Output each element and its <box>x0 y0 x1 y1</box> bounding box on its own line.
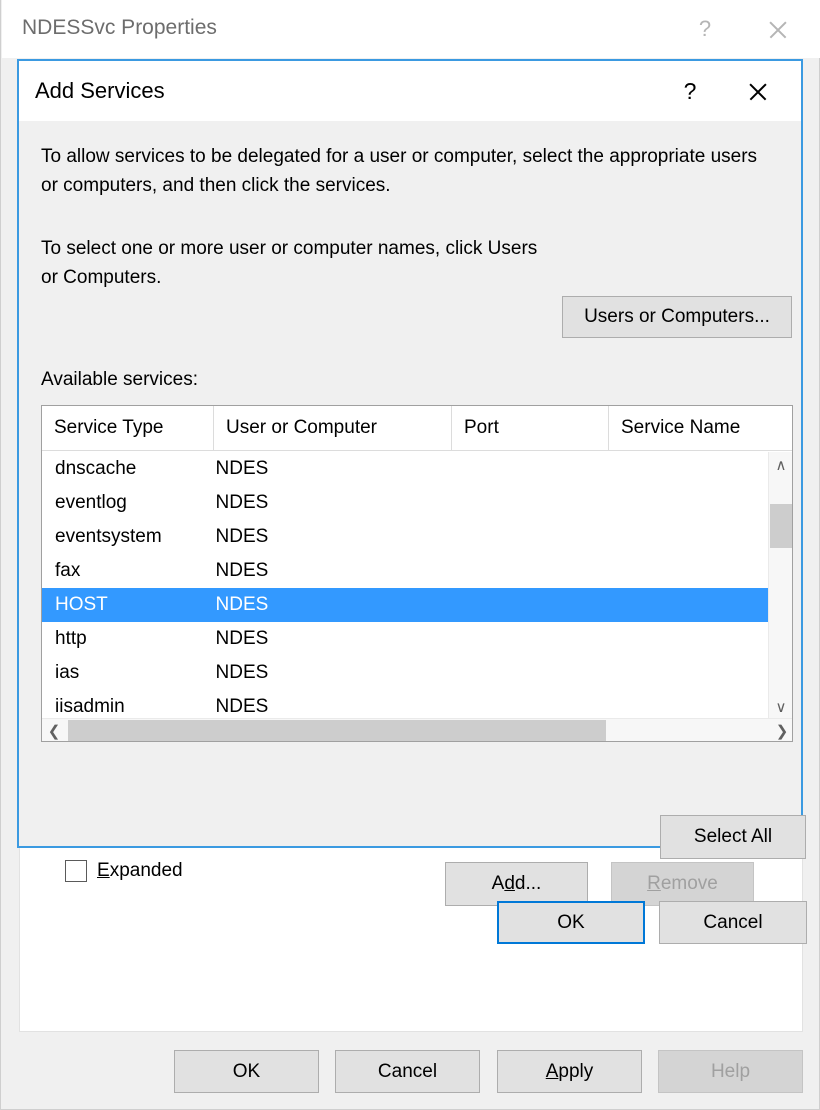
help-button: Help <box>658 1050 803 1093</box>
table-row[interactable]: httpNDES <box>42 622 769 656</box>
add-services-dialog: Add Services ? To allow services to be d… <box>17 59 803 848</box>
ok-button[interactable]: OK <box>174 1050 319 1093</box>
add-services-title-bar: Add Services ? <box>19 61 801 121</box>
cell-service-type: http <box>42 628 216 650</box>
available-services-label: Available services: <box>41 369 198 391</box>
users-or-computers-button[interactable]: Users or Computers... <box>562 296 792 338</box>
cell-user-or-computer: NDES <box>216 492 453 514</box>
scroll-up-icon[interactable]: ∧ <box>769 452 793 478</box>
table-row[interactable]: faxNDES <box>42 554 769 588</box>
cell-user-or-computer: NDES <box>216 662 453 684</box>
column-header-port[interactable]: Port <box>452 406 609 450</box>
table-row[interactable]: iasNDES <box>42 656 769 690</box>
expanded-label-rest: xpanded <box>110 860 183 881</box>
table-row[interactable]: eventlogNDES <box>42 486 769 520</box>
cell-service-type: fax <box>42 560 216 582</box>
help-icon[interactable]: ? <box>661 61 719 121</box>
question-mark-glyph: ? <box>699 16 711 42</box>
cell-user-or-computer: NDES <box>216 594 453 616</box>
vertical-scrollbar[interactable]: ∧ ∨ <box>768 452 792 720</box>
cell-service-type: HOST <box>42 594 216 616</box>
expanded-checkbox-label: Expanded <box>97 860 183 882</box>
add-services-body: To allow services to be delegated for a … <box>19 121 801 846</box>
apply-label-rest: pply <box>558 1061 593 1083</box>
cell-service-type: eventlog <box>42 492 216 514</box>
expanded-checkbox[interactable] <box>65 860 87 882</box>
vertical-scrollbar-thumb[interactable] <box>770 504 792 548</box>
table-row[interactable]: dnscacheNDES <box>42 452 769 486</box>
table-row[interactable]: HOSTNDES <box>42 588 769 622</box>
cell-user-or-computer: NDES <box>216 628 453 650</box>
help-icon[interactable]: ? <box>675 0 735 58</box>
cell-service-type: eventsystem <box>42 526 216 548</box>
column-header-service-name[interactable]: Service Name <box>609 406 769 450</box>
expanded-checkbox-row[interactable]: Expanded <box>65 860 183 882</box>
listview-rows: dnscacheNDESeventlogNDESeventsystemNDESf… <box>42 452 769 720</box>
dialog-ok-button[interactable]: OK <box>497 901 645 944</box>
cell-user-or-computer: NDES <box>216 696 453 718</box>
outer-window-title: NDESSvc Properties <box>22 16 217 40</box>
column-header-service-type[interactable]: Service Type <box>42 406 214 450</box>
cell-service-type: iisadmin <box>42 696 216 718</box>
select-instruction-text: To select one or more user or computer n… <box>41 234 541 292</box>
horizontal-scrollbar-thumb[interactable] <box>68 720 606 741</box>
remove-button: Remove <box>611 862 754 906</box>
column-header-user-or-computer[interactable]: User or Computer <box>214 406 452 450</box>
close-x-glyph <box>747 80 769 102</box>
table-row[interactable]: iisadminNDES <box>42 690 769 720</box>
dialog-cancel-button[interactable]: Cancel <box>659 901 807 944</box>
cell-user-or-computer: NDES <box>216 458 453 480</box>
listview-header-row: Service Type User or Computer Port Servi… <box>42 406 793 451</box>
cell-service-type: dnscache <box>42 458 216 480</box>
add-button[interactable]: Add... <box>445 862 588 906</box>
apply-button[interactable]: Apply <box>497 1050 642 1093</box>
question-mark-glyph: ? <box>684 78 697 105</box>
close-icon[interactable] <box>729 61 787 121</box>
select-all-button[interactable]: Select All <box>660 815 806 859</box>
cell-user-or-computer: NDES <box>216 560 453 582</box>
cell-service-type: ias <box>42 662 216 684</box>
add-services-title: Add Services <box>35 78 165 104</box>
scroll-down-icon[interactable]: ∨ <box>769 694 793 720</box>
horizontal-scrollbar[interactable]: ❮ ❯ <box>42 718 793 741</box>
add-label-rest: d... <box>515 873 541 895</box>
intro-instruction-text: To allow services to be delegated for a … <box>41 142 779 200</box>
scroll-right-icon[interactable]: ❯ <box>770 719 793 742</box>
cancel-button[interactable]: Cancel <box>335 1050 480 1093</box>
add-label-prefix: A <box>492 873 505 895</box>
remove-accel-char: R <box>647 873 661 895</box>
remove-label-rest: emove <box>661 873 718 895</box>
scroll-left-icon[interactable]: ❮ <box>42 719 66 742</box>
table-row[interactable]: eventsystemNDES <box>42 520 769 554</box>
add-accel-char: d <box>504 873 515 895</box>
expanded-accel-char: E <box>97 860 110 881</box>
close-icon[interactable] <box>748 0 808 58</box>
available-services-listview[interactable]: Service Type User or Computer Port Servi… <box>41 405 793 742</box>
close-x-glyph <box>767 18 789 40</box>
cell-user-or-computer: NDES <box>216 526 453 548</box>
apply-accel-char: A <box>546 1061 559 1083</box>
outer-title-bar: NDESSvc Properties ? <box>2 0 820 58</box>
